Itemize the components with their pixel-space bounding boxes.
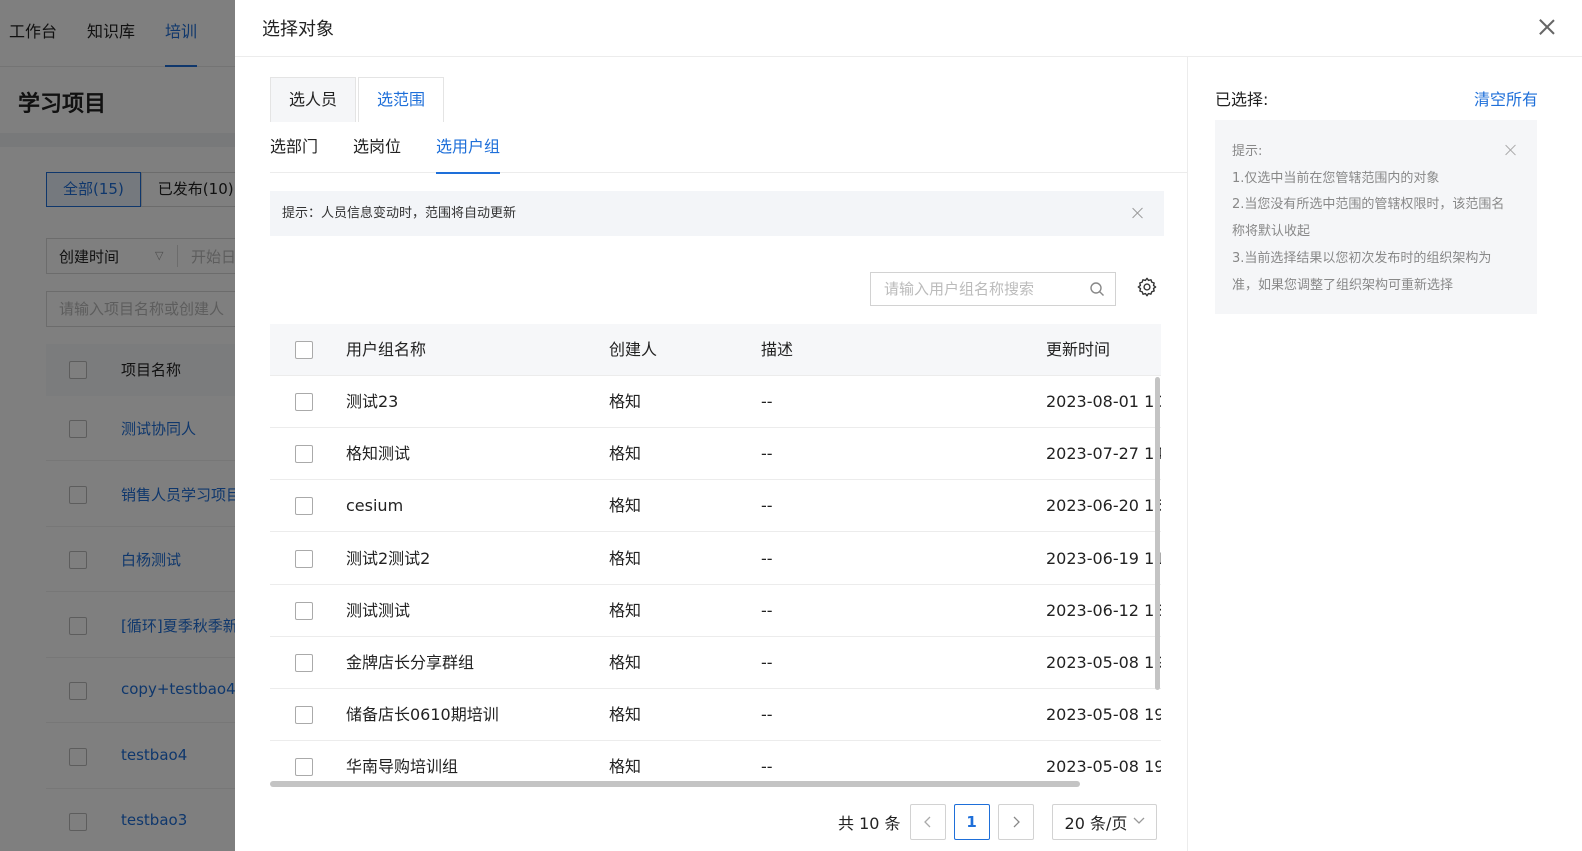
select-all-checkbox[interactable] xyxy=(295,341,313,359)
row-checkbox[interactable] xyxy=(295,654,313,672)
cell-creator: 格知 xyxy=(609,548,642,568)
user-group-search xyxy=(870,272,1116,306)
table-row[interactable]: 测试测试 格知 -- 2023-06-12 18:1 xyxy=(270,585,1161,637)
user-group-search-input[interactable] xyxy=(871,273,1081,305)
cell-user-group-name: 测试23 xyxy=(346,392,399,411)
close-icon[interactable] xyxy=(1536,16,1558,38)
close-icon[interactable] xyxy=(1505,144,1517,156)
cell-creator: 格知 xyxy=(609,496,642,516)
chevron-down-icon xyxy=(1133,817,1145,824)
sub-tabs: 选部门 选岗位 选用户组 xyxy=(270,129,1188,174)
pagination: 共 10 条 1 20 条/页 xyxy=(838,804,1157,840)
cell-user-group-name: 金牌店长分享群组 xyxy=(346,653,475,672)
close-icon[interactable] xyxy=(1132,207,1144,219)
table-row[interactable]: cesium 格知 -- 2023-06-20 15:0 xyxy=(270,480,1161,533)
cell-user-group-name: 储备店长0610期培训 xyxy=(346,705,499,725)
cell-description: -- xyxy=(761,392,773,411)
gear-icon[interactable] xyxy=(1136,276,1158,298)
table-row[interactable]: 储备店长0610期培训 格知 -- 2023-05-08 19:4 xyxy=(270,689,1161,742)
chevron-right-icon xyxy=(1013,816,1020,828)
drawer-header: 选择对象 xyxy=(235,0,1582,57)
cell-creator: 格知 xyxy=(609,705,642,725)
table-row[interactable]: 测试2测试2 格知 -- 2023-06-19 11:0 xyxy=(270,533,1161,585)
cell-creator: 格知 xyxy=(609,444,642,464)
info-alert: 提示：人员信息变动时，范围将自动更新 xyxy=(270,191,1164,236)
cell-update-time: 2023-06-12 18:1 xyxy=(1046,600,1161,620)
page-size-value: 20 条/页 xyxy=(1064,814,1128,833)
cell-update-time: 2023-05-08 19:4 xyxy=(1046,705,1161,725)
table-row[interactable]: 测试23 格知 -- 2023-08-01 10:5 xyxy=(270,376,1161,428)
column-creator: 创建人 xyxy=(609,340,658,359)
next-page-button[interactable] xyxy=(997,804,1034,840)
selected-label: 已选择: xyxy=(1215,90,1269,109)
tab-select-department[interactable]: 选部门 xyxy=(270,129,318,173)
cell-description: -- xyxy=(761,496,773,516)
cell-description: -- xyxy=(761,653,773,672)
column-update-time: 更新时间 xyxy=(1046,340,1111,359)
row-checkbox[interactable] xyxy=(295,445,313,464)
tips-line: 3.当前选择结果以您初次发布时的组织架构为 xyxy=(1232,250,1492,266)
column-description: 描述 xyxy=(761,340,794,359)
tab-select-people[interactable]: 选人员 xyxy=(270,77,357,122)
row-checkbox[interactable] xyxy=(295,393,313,411)
alert-text: 提示：人员信息变动时，范围将自动更新 xyxy=(282,206,517,221)
total-count: 共 10 条 xyxy=(838,814,901,833)
cell-update-time: 2023-05-08 19:4 xyxy=(1046,653,1161,672)
tips-line: 1.仅选中当前在您管辖范围内的对象 xyxy=(1232,170,1440,186)
cell-creator: 格知 xyxy=(609,392,642,411)
cell-update-time: 2023-06-20 15:0 xyxy=(1046,496,1161,516)
cell-update-time: 2023-06-19 11:0 xyxy=(1046,548,1161,568)
cell-user-group-name: cesium xyxy=(346,496,404,516)
tips-line: 准，如果您调整了组织架构可重新选择 xyxy=(1232,277,1454,293)
column-user-group-name: 用户组名称 xyxy=(346,340,427,359)
page-number-button[interactable]: 1 xyxy=(953,804,990,840)
tab-select-user-group[interactable]: 选用户组 xyxy=(436,129,501,174)
tips-line: 2.当您没有所选中范围的管辖权限时，该范围名 xyxy=(1232,197,1505,213)
cell-update-time: 2023-07-27 14:1 xyxy=(1046,444,1161,464)
table-row[interactable]: 金牌店长分享群组 格知 -- 2023-05-08 19:4 xyxy=(270,637,1161,689)
page-size-select[interactable]: 20 条/页 xyxy=(1051,804,1157,840)
select-object-drawer: 选择对象 选人员 选范围 选部门 选岗位 选用户组 提示：人员信息变动时，范围将… xyxy=(235,0,1582,851)
user-group-table: 用户组名称 创建人 描述 更新时间 测试23 格知 -- 2023-08-01 10:… xyxy=(270,324,1161,789)
tab-select-position[interactable]: 选岗位 xyxy=(353,129,401,173)
cell-creator: 格知 xyxy=(609,653,642,672)
cell-creator: 格知 xyxy=(609,600,642,620)
tab-select-range[interactable]: 选范围 xyxy=(358,77,445,122)
table-header: 用户组名称 创建人 描述 更新时间 xyxy=(270,324,1161,376)
row-checkbox[interactable] xyxy=(295,497,313,516)
selected-pane: 已选择: 清空所有 提示: 1.仅选中当前在您管辖范围内的对象 2.当您没有所选… xyxy=(1188,57,1582,851)
card-tabs: 选人员 选范围 xyxy=(270,77,446,122)
row-checkbox[interactable] xyxy=(295,549,313,568)
vertical-scrollbar[interactable] xyxy=(1155,377,1160,690)
row-checkbox[interactable] xyxy=(295,706,313,725)
chevron-left-icon xyxy=(923,816,931,828)
tips-box: 提示: 1.仅选中当前在您管辖范围内的对象 2.当您没有所选中范围的管辖权限时，… xyxy=(1215,120,1537,314)
row-checkbox[interactable] xyxy=(295,758,313,777)
cell-user-group-name: 测试测试 xyxy=(346,600,411,620)
horizontal-scrollbar[interactable] xyxy=(270,781,1080,787)
tips-line: 提示: xyxy=(1232,144,1263,159)
clear-all-link[interactable]: 清空所有 xyxy=(1474,86,1538,110)
cell-description: -- xyxy=(761,444,773,464)
selection-pane: 选人员 选范围 选部门 选岗位 选用户组 提示：人员信息变动时，范围将自动更新 xyxy=(235,57,1188,851)
table-row[interactable]: 格知测试 格知 -- 2023-07-27 14:1 xyxy=(270,428,1161,481)
cell-description: -- xyxy=(761,600,773,620)
prev-page-button[interactable] xyxy=(909,804,946,840)
cell-description: -- xyxy=(761,705,773,725)
drawer-body: 选人员 选范围 选部门 选岗位 选用户组 提示：人员信息变动时，范围将自动更新 xyxy=(235,57,1582,851)
cell-update-time: 2023-08-01 10:5 xyxy=(1046,392,1161,411)
row-checkbox[interactable] xyxy=(295,601,313,620)
search-icon[interactable] xyxy=(1089,281,1105,297)
tips-line: 称将默认收起 xyxy=(1232,224,1311,240)
cell-user-group-name: 格知测试 xyxy=(346,444,411,464)
cell-user-group-name: 测试2测试2 xyxy=(346,548,431,568)
drawer-title: 选择对象 xyxy=(262,19,334,40)
cell-description: -- xyxy=(761,548,773,568)
